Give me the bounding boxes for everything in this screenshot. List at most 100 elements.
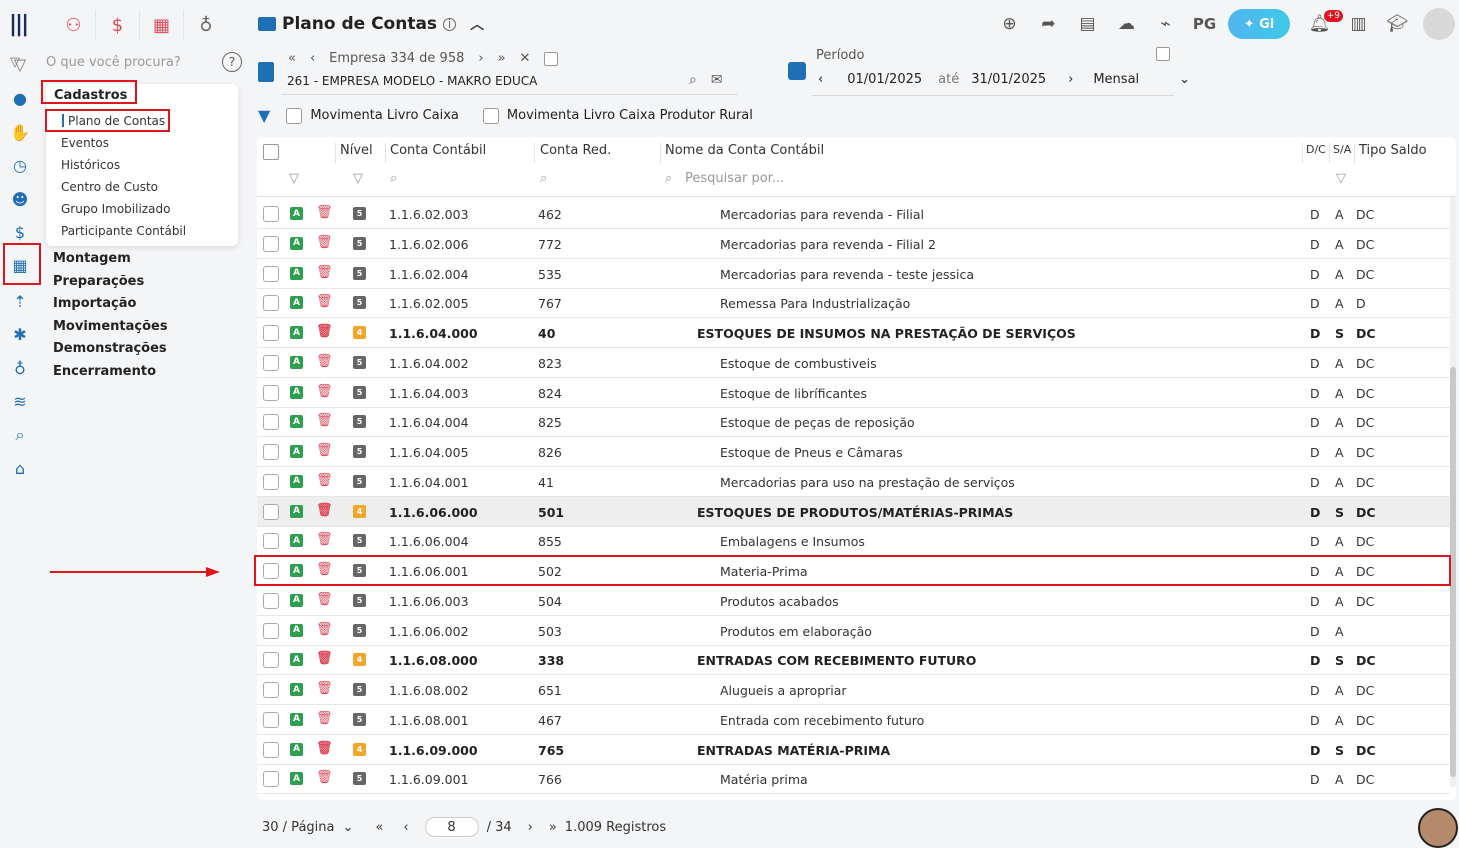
trash-icon[interactable]: 🗑︎ [316,265,333,280]
menu-item-eventos[interactable]: Eventos [61,136,109,150]
table-row[interactable]: A 🗑︎ 4 1.1.6.06.000 501 ESTOQUES DE PRODUTOS/… [257,496,1450,527]
calendar-icon[interactable] [788,62,806,80]
user-icon[interactable]: ● [8,86,32,110]
trash-icon[interactable]: 🗑︎ [316,205,333,220]
trash-icon[interactable]: 🗑︎ [316,413,333,428]
report-icon[interactable]: ▥ [1339,14,1378,34]
col-sa[interactable]: S/A [1333,143,1351,156]
table-row[interactable]: A 🗑︎ 5 1.1.6.02.004 535 Mercadorias para reve… [257,259,1450,289]
menu-group-movimentacoes[interactable]: Movimentações [53,319,168,334]
money-bag-icon[interactable]: ♁ [184,10,228,40]
page-input[interactable]: 8 [424,817,479,837]
dollar-icon[interactable]: $ [96,10,140,40]
row-checkbox[interactable] [263,682,279,698]
first-page-icon[interactable]: « [375,820,383,835]
last-page-icon[interactable]: » [549,820,557,835]
filter-icon[interactable]: ▽ [353,171,363,186]
table-row[interactable]: A 🗑︎ 5 1.1.6.09.001 766 Matéria prima D A DC [257,764,1450,795]
period-end[interactable]: 31/01/2025 [971,72,1046,87]
row-checkbox[interactable] [263,414,279,431]
share-icon[interactable]: ➦ [1029,14,1068,34]
clock-icon[interactable]: ◷ [8,153,32,177]
trash-icon[interactable]: 🗑︎ [316,770,333,785]
prev-page-icon[interactable]: ‹ [403,820,408,835]
row-checkbox[interactable] [263,354,279,371]
layers-icon[interactable]: ≋ [8,389,32,413]
trash-icon[interactable]: 🗑︎ [316,324,333,339]
col-conta-contabil[interactable]: Conta Contábil [390,143,486,158]
trash-icon[interactable]: 🗑︎ [316,651,333,666]
menu-group-demonstracoes[interactable]: Demonstrações [53,341,167,356]
handshake-icon[interactable]: ✋ [8,120,32,144]
search-icon[interactable]: ⌕ [390,171,397,186]
funnel-icon[interactable]: ▼ [258,106,270,125]
select-all-checkbox[interactable] [263,144,279,160]
table-row[interactable]: A 🗑︎ 5 1.1.6.04.001 41 Mercadorias para uso n… [257,467,1450,497]
menu-search[interactable]: ▽ O que você procura? ? [10,52,242,72]
help-icon[interactable]: ? [222,52,242,72]
menu-group-montagem[interactable]: Montagem [53,251,131,266]
table-row[interactable]: A 🗑︎ 4 1.1.6.04.000 40 ESTOQUES DE INSUMOS NA… [257,318,1450,348]
mail-icon[interactable]: ✉ [711,72,723,88]
row-checkbox[interactable] [263,503,279,520]
table-row[interactable]: A 🗑︎ 5 1.1.6.04.005 826 Estoque de Pneus e Câ… [257,437,1450,467]
table-row[interactable]: A 🗑︎ 5 1.1.6.06.003 504 Produtos acabados D A DC [257,586,1450,616]
document-icon[interactable]: ▤ [1068,14,1107,34]
trash-icon[interactable]: 🗑︎ [316,532,333,547]
first-page-icon[interactable]: « [288,51,296,66]
menu-search-placeholder[interactable]: O que você procura? [46,55,181,70]
table-row[interactable]: A 🗑︎ 5 1.1.6.04.002 823 Estoque de combustive… [257,348,1450,378]
next-period-icon[interactable]: › [1068,72,1073,87]
trash-icon[interactable]: 🗑︎ [316,711,333,726]
col-nome[interactable]: Nome da Conta Contábil [665,143,824,158]
calculator-icon[interactable]: ▦ [140,10,184,40]
movimenta-produtor-rural-checkbox[interactable] [482,107,499,124]
network-icon[interactable]: ✱ [8,322,32,346]
satellite-icon[interactable]: ⌁ [1146,14,1185,34]
last-page-icon[interactable]: » [498,51,506,66]
row-checkbox[interactable] [263,295,279,312]
graduation-cap-icon[interactable]: 🎓︎ [1378,14,1417,34]
filter-icon[interactable]: ▽ [10,55,28,70]
people-icon[interactable]: ⚇ [52,10,96,40]
menu-item-historicos[interactable]: Históricos [61,158,120,172]
row-checkbox[interactable] [263,235,279,252]
prev-icon[interactable]: ‹ [310,51,315,66]
close-icon[interactable]: ✕ [520,51,531,66]
menu-item-participante-contabil[interactable]: Participante Contábil [61,224,186,238]
empresa-checkbox[interactable] [544,51,559,66]
row-checkbox[interactable] [263,711,279,728]
info-icon[interactable]: i [443,17,457,31]
empresa-name[interactable]: 261 - EMPRESA MODELO - MAKRO EDUCA [287,74,537,88]
menu-group-encerramento[interactable]: Encerramento [53,364,156,379]
menu-group-importacao[interactable]: Importação [53,296,136,311]
col-dc[interactable]: D/C [1306,143,1326,156]
periodo-checkbox[interactable] [1156,47,1170,61]
next-icon[interactable]: › [478,51,483,66]
table-row[interactable]: A 🗑︎ 5 1.1.6.02.003 462 Mercadorias para reve… [257,199,1450,229]
name-search-input[interactable]: Pesquisar por... [685,171,784,186]
trash-icon[interactable]: 🗑︎ [316,294,333,309]
pg-button[interactable]: PG [1185,15,1224,33]
cloud-upload-icon[interactable]: ☁ [1107,14,1146,34]
chevron-down-icon[interactable]: ⌄ [342,820,353,835]
search-icon[interactable]: ⌕ [8,423,32,447]
menu-group-preparacoes[interactable]: Preparações [53,274,144,289]
table-row[interactable]: A 🗑︎ 5 1.1.6.08.001 467 Entrada com recebimen… [257,705,1450,735]
money-bag-icon[interactable]: ♁ [8,356,32,380]
movimenta-livro-caixa-checkbox[interactable] [286,107,303,124]
row-checkbox[interactable] [263,265,279,282]
app-logo[interactable]: ||| [9,12,29,37]
user-avatar[interactable] [1423,8,1455,40]
trash-icon[interactable]: 🗑︎ [316,443,333,458]
col-nivel[interactable]: Nível [340,143,373,158]
period-start[interactable]: 01/01/2025 [847,72,922,87]
period-mode[interactable]: Mensal [1093,72,1139,87]
row-checkbox[interactable] [263,444,279,460]
row-checkbox[interactable] [263,325,279,341]
menu-item-grupo-imobilizado[interactable]: Grupo Imobilizado [61,202,170,216]
next-page-icon[interactable]: › [528,820,533,835]
row-checkbox[interactable] [263,741,279,758]
table-row[interactable]: A 🗑︎ 5 1.1.6.02.005 767 Remessa Para Industri… [257,288,1450,319]
table-row[interactable]: A 🗑︎ 5 1.1.6.06.004 855 Embalagens e Insumos D… [257,526,1450,557]
